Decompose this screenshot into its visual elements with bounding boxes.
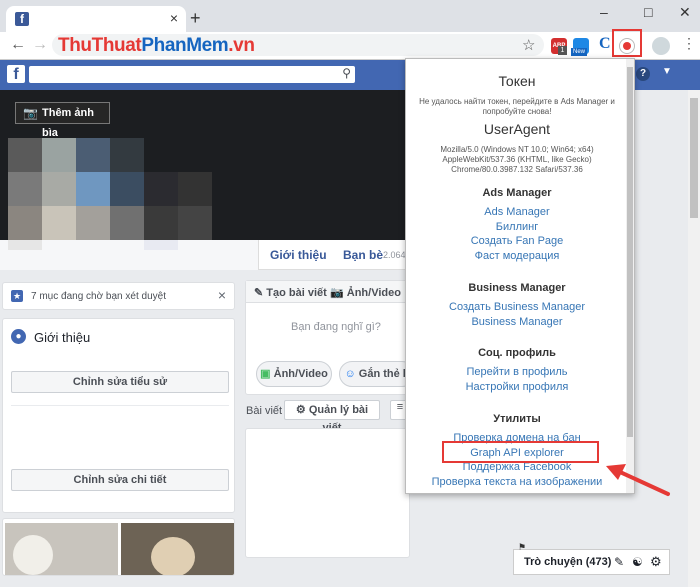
pending-review-card[interactable]: ★ 7 mục đang chờ bạn xét duyệt × xyxy=(2,282,235,310)
tab-close-icon[interactable]: × xyxy=(170,10,178,26)
pointer-arrow-icon xyxy=(606,464,670,496)
section-title-ads-manager: Ads Manager xyxy=(482,187,552,199)
camera-icon: 📷 xyxy=(23,106,38,120)
add-cover-photo-button[interactable]: 📷 Thêm ảnh bìa xyxy=(15,102,110,139)
browser-toolbar: ← → ThuThuatPhanMem.vn ☆ ABP 1 New C ⋮ xyxy=(0,29,700,60)
star-icon: ★ xyxy=(11,290,23,302)
manage-posts-button[interactable]: ⚙ Quản lý bài viết xyxy=(284,400,380,434)
link-profile-settings[interactable]: Настройки профиля xyxy=(406,380,628,395)
help-icon[interactable]: ? xyxy=(636,67,650,81)
token-title: Токен xyxy=(498,73,536,89)
link-fast-moderation[interactable]: Фаст модерация xyxy=(406,249,628,264)
menu-dots-icon[interactable]: ⋮ xyxy=(682,35,696,52)
tag-icon: ☺ xyxy=(344,368,356,380)
cat-photo-2[interactable] xyxy=(121,523,234,575)
forward-arrow-icon[interactable]: → xyxy=(32,36,48,54)
post-card xyxy=(245,428,410,558)
bookmark-star-icon[interactable]: ☆ xyxy=(522,36,535,54)
create-post-tab[interactable]: ✎ Tạo bài viết xyxy=(254,286,327,299)
cat-photo[interactable] xyxy=(5,523,118,575)
token-extension-icon[interactable] xyxy=(619,38,635,54)
ua-line-2: AppleWebKit/537.36 (KHTML, like Gecko) xyxy=(442,155,592,164)
new-tab-button[interactable]: + xyxy=(190,8,201,29)
facebook-favicon-icon: f xyxy=(15,12,29,26)
maximize-button[interactable]: □ xyxy=(644,4,652,20)
link-create-business-manager[interactable]: Создать Business Manager xyxy=(406,300,628,315)
tag-friends-button[interactable]: ☺ Gắn thẻ b xyxy=(339,361,415,387)
facebook-search-input[interactable]: ⚲ xyxy=(29,66,355,83)
chat-flag-icon: ⚑ xyxy=(518,542,527,552)
new-badge: New xyxy=(571,48,587,56)
browser-tab[interactable]: f × xyxy=(6,6,186,32)
popup-scrollbar[interactable] xyxy=(626,59,634,493)
section-title-business-manager: Business Manager xyxy=(468,282,566,294)
close-icon[interactable]: × xyxy=(218,287,226,303)
link-go-to-profile[interactable]: Перейти в профиль xyxy=(406,365,628,380)
search-icon[interactable]: ⚲ xyxy=(342,66,351,80)
section-title-utilities: Утилиты xyxy=(493,413,541,425)
link-image-text-check[interactable]: Проверка текста на изображении xyxy=(406,475,628,490)
photo-video-button[interactable]: ▣ Ảnh/Video xyxy=(256,361,332,387)
friends-count: 2.064 xyxy=(383,250,406,260)
globe-icon: ● xyxy=(11,329,26,344)
minimize-button[interactable]: – xyxy=(600,4,608,20)
photos-card xyxy=(2,518,235,576)
section-title-social-profile: Соц. профиль xyxy=(478,347,556,359)
link-ads-manager[interactable]: Ads Manager xyxy=(406,205,628,220)
tab-intro[interactable]: Giới thiệu xyxy=(270,248,327,262)
profile-picture-area xyxy=(0,240,258,270)
edit-details-button[interactable]: Chỉnh sửa chi tiết xyxy=(11,469,229,491)
ua-line-1: Mozilla/5.0 (Windows NT 10.0; Win64; x64… xyxy=(440,145,594,154)
useragent-title: UserAgent xyxy=(483,121,551,137)
photo-icon: ▣ xyxy=(260,368,271,380)
page-scrollbar[interactable] xyxy=(688,90,700,587)
edit-bio-button[interactable]: Chỉnh sửa tiểu sử xyxy=(11,371,229,393)
highlight-graph-api-box xyxy=(442,441,599,463)
token-extension-popup: Токен Не удалось найти токен, перейдите … xyxy=(405,58,635,494)
back-arrow-icon[interactable]: ← xyxy=(10,36,26,54)
dropdown-arrow-icon[interactable]: ▼ xyxy=(662,66,672,77)
adblock-count-badge: 1 xyxy=(558,46,567,55)
facebook-logo-icon[interactable]: f xyxy=(7,65,25,83)
c-extension-icon[interactable]: C xyxy=(599,35,611,53)
posts-label: Bài viết xyxy=(246,405,283,417)
create-post-card: ✎ Tạo bài viết 📷 Ảnh/Video Bạn đang nghĩ… xyxy=(245,280,415,395)
intro-card: ● Giới thiệu Chỉnh sửa tiểu sử Chỉnh sửa… xyxy=(2,318,235,513)
photo-video-tab[interactable]: 📷 Ảnh/Video xyxy=(330,286,401,299)
ua-line-3: Chrome/80.0.3987.132 Safari/537.36 xyxy=(451,165,583,174)
tab-friends[interactable]: Bạn bè xyxy=(343,248,383,262)
link-create-fan-page[interactable]: Создать Fan Page xyxy=(406,234,628,249)
window-close-button[interactable]: ✕ xyxy=(679,4,691,21)
token-error: Не удалось найти токен, перейдите в Ads … xyxy=(419,97,615,116)
link-billing[interactable]: Биллинг xyxy=(406,220,628,235)
avatar[interactable] xyxy=(652,37,670,55)
settings-icon[interactable]: ⚙ xyxy=(650,554,662,570)
post-input[interactable]: Bạn đang nghĩ gì? xyxy=(291,321,381,333)
compose-icon[interactable]: ✎ xyxy=(614,555,624,569)
link-business-manager[interactable]: Business Manager xyxy=(406,315,628,330)
watermark-logo: ThuThuatPhanMem.vn xyxy=(58,35,255,56)
chat-bar[interactable]: ⚑ Trò chuyện (473) ✎ ☯ ⚙ xyxy=(513,542,670,575)
divider xyxy=(258,240,259,270)
group-icon[interactable]: ☯ xyxy=(632,555,643,569)
